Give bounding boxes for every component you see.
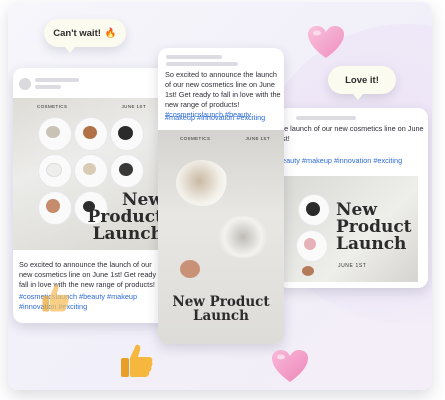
reaction-bubble-cant-wait: Can't wait! 🔥 xyxy=(44,19,126,53)
black-swatch xyxy=(118,126,133,140)
post-image: COSMETICS JUNE 1ST New Product Launch xyxy=(158,130,284,344)
header-line xyxy=(296,116,356,120)
header-line xyxy=(166,55,222,59)
pink-swatch xyxy=(304,238,316,250)
post-header xyxy=(13,68,168,98)
bubble-text: Love it! xyxy=(345,74,379,86)
launch-date: JUNE 1ST xyxy=(338,263,367,269)
dark-swatch xyxy=(119,163,133,176)
post-caption: the launch of our new cosmetics line on … xyxy=(278,124,424,143)
date-label: JUNE 1ST xyxy=(245,136,270,141)
thumbs-up-icon xyxy=(40,282,70,316)
post-image: COSMETICS JUNE 1ST New Product Launch xyxy=(13,98,168,250)
white-splash xyxy=(216,216,270,258)
bubble-text: Can't wait! xyxy=(53,27,101,39)
post-card-middle[interactable]: So excited to announce the launch of our… xyxy=(158,48,284,344)
brand-row: COSMETICS JUNE 1ST xyxy=(37,104,146,109)
header-line xyxy=(166,62,238,66)
white-swatch xyxy=(46,163,62,177)
headline: New Product Launch xyxy=(87,190,163,244)
post-hashtags[interactable]: #makeup #innovation #exciting xyxy=(159,113,284,123)
cream-swatch xyxy=(46,126,60,138)
fire-icon: 🔥 xyxy=(104,27,117,39)
post-hashtags[interactable]: beauty #makeup #innovation #exciting xyxy=(278,156,428,166)
post-hashtags[interactable]: #cosmeticslaunch #beauty #makeup #innova… xyxy=(13,292,168,312)
header-line xyxy=(35,85,61,89)
brown-swatch xyxy=(302,266,314,276)
glitter-swatch xyxy=(180,260,200,278)
heart-icon xyxy=(306,24,346,60)
post-card-left[interactable]: COSMETICS JUNE 1ST New Product Launch So… xyxy=(13,68,168,323)
glitter-swatch xyxy=(46,199,60,213)
reaction-bubble-love-it: Love it! xyxy=(328,66,396,100)
brand-label: COSMETICS xyxy=(180,136,211,141)
header-line xyxy=(35,78,79,82)
heart-icon xyxy=(270,348,310,384)
black-swatch xyxy=(306,202,320,216)
thumbs-up-icon xyxy=(118,342,154,382)
headline: New Product Launch xyxy=(172,294,270,324)
beige-swatch xyxy=(83,163,96,175)
cream-splash xyxy=(176,160,228,206)
headline: New Product Launch xyxy=(336,200,412,254)
bronze-swatch xyxy=(83,126,97,139)
post-caption: So excited to announce the launch of our… xyxy=(19,260,165,289)
collage-stage: the launch of our new cosmetics line on … xyxy=(8,2,432,390)
post-image: New Product Launch JUNE 1ST xyxy=(284,176,418,282)
avatar-icon xyxy=(19,78,31,90)
post-header xyxy=(158,48,284,72)
post-card-right[interactable]: the launch of our new cosmetics line on … xyxy=(278,108,428,288)
